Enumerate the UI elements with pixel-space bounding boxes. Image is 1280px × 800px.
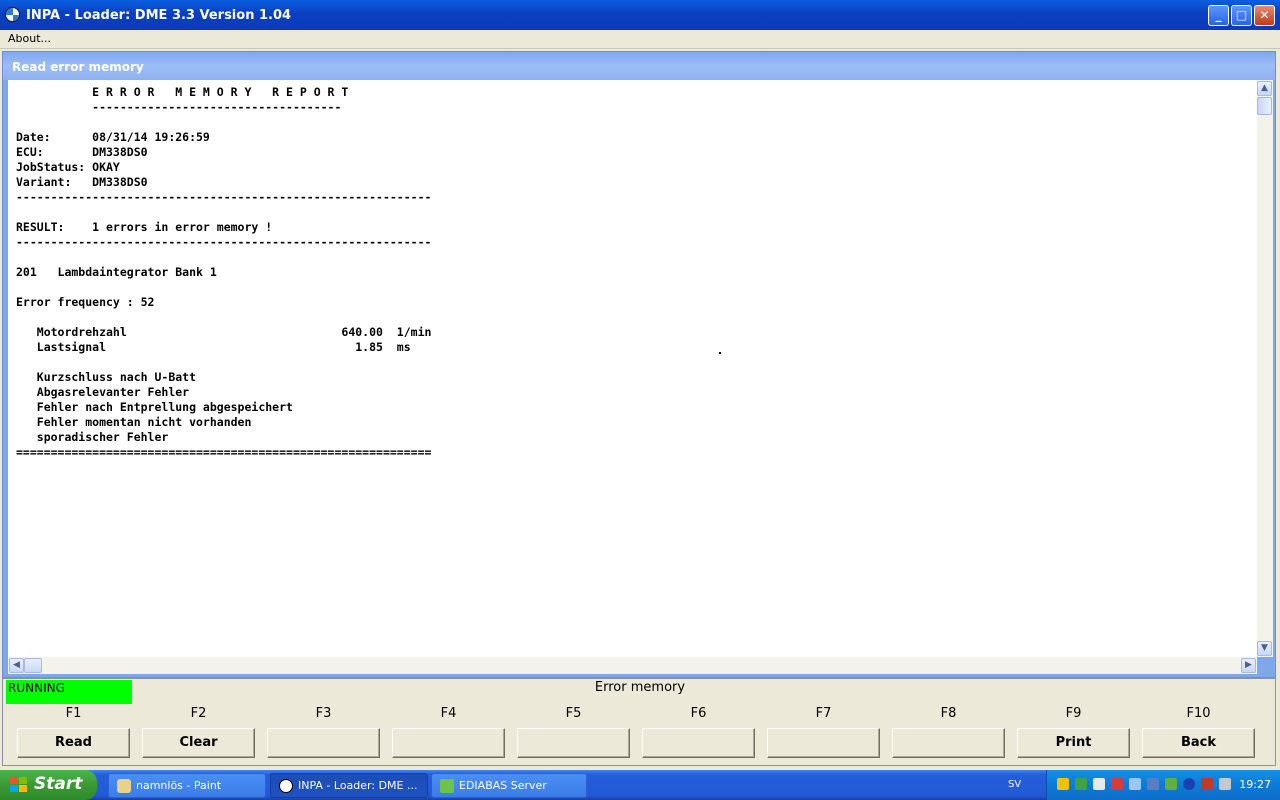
minimize-button[interactable]: _ (1208, 5, 1229, 26)
report-line: RESULT: 1 errors in error memory ! (16, 220, 273, 234)
ati-icon[interactable] (1201, 778, 1213, 790)
security-shield-icon[interactable] (1057, 778, 1069, 790)
taskbar-item-label: EDIABAS Server (459, 779, 547, 792)
taskbar-item-label: namnlös - Paint (136, 779, 222, 792)
clock[interactable]: 19:27 (1239, 778, 1271, 791)
scroll-left-button[interactable]: ◀ (9, 658, 24, 673)
function-key-panel: RUNNING Error memory F1 F2 F3 F4 F5 F6 F… (2, 678, 1276, 766)
f4-button[interactable] (392, 728, 505, 758)
report-line: Fehler momentan nicht vorhanden (16, 415, 252, 429)
clear-button[interactable]: Clear (142, 728, 255, 758)
report-line: Date: 08/31/14 19:26:59 (16, 130, 210, 144)
report-line: JobStatus: OKAY (16, 160, 120, 174)
paint-icon (117, 779, 131, 793)
start-button[interactable]: Start (0, 770, 97, 800)
child-title-bar: Read error memory (3, 52, 1275, 80)
menu-about[interactable]: About... (8, 32, 51, 45)
report-line: Fehler nach Entprellung abgespeichert (16, 400, 293, 414)
bmw-icon (279, 779, 293, 793)
report-line: Motordrehzahl 640.00 1/min (16, 325, 432, 339)
report-line: 201 Lambdaintegrator Bank 1 (16, 265, 217, 279)
child-window-title: Read error memory (12, 60, 144, 74)
fkey-label-f10: F10 (1186, 706, 1211, 721)
report-line: Kurzschluss nach U-Batt (16, 370, 197, 384)
f8-button[interactable] (892, 728, 1005, 758)
report-line: Error frequency : 52 (16, 295, 155, 309)
fkey-label-f4: F4 (440, 706, 457, 721)
report-area[interactable]: E R R O R M E M O R Y R E P O R T ------… (8, 80, 1257, 657)
title-bar: INPA - Loader: DME 3.3 Version 1.04 _ □ … (0, 0, 1280, 30)
read-error-memory-window: Read error memory E R R O R M E M O R Y … (2, 51, 1276, 678)
fkey-label-f2: F2 (190, 706, 207, 721)
fkey-label-f1: F1 (65, 706, 82, 721)
fkey-label-f8: F8 (940, 706, 957, 721)
report-line: ECU: DM338DS0 (16, 145, 148, 159)
report-line: Variant: DM338DS0 (16, 175, 148, 189)
f3-button[interactable] (267, 728, 380, 758)
horizontal-scroll-thumb[interactable] (24, 658, 42, 673)
vertical-scroll-thumb[interactable] (1257, 97, 1272, 115)
sync-icon[interactable] (1147, 778, 1159, 790)
taskbar-item-label: INPA - Loader: DME ... (298, 779, 418, 792)
read-button[interactable]: Read (17, 728, 130, 758)
language-indicator[interactable]: SV (1008, 779, 1021, 790)
updates-icon[interactable] (1165, 778, 1177, 790)
fkey-label-f7: F7 (815, 706, 832, 721)
report-line: Abgasrelevanter Fehler (16, 385, 190, 399)
maximize-button[interactable]: □ (1231, 5, 1252, 26)
taskbar-item-ediabas[interactable]: EDIABAS Server (431, 773, 587, 798)
bmw-logo-icon[interactable] (5, 7, 20, 22)
taskbar: Start namnlös - Paint INPA - Loader: DME… (0, 770, 1280, 800)
scroll-right-button[interactable]: ▶ (1241, 658, 1256, 673)
fkey-label-f5: F5 (565, 706, 582, 721)
report-line: Lastsignal 1.85 ms (16, 340, 411, 354)
bluetooth-icon[interactable] (1183, 778, 1195, 790)
report-line: sporadischer Fehler (16, 430, 169, 444)
report-line: ----------------------------------------… (16, 235, 432, 249)
fkey-label-f6: F6 (690, 706, 707, 721)
window-title: INPA - Loader: DME 3.3 Version 1.04 (26, 8, 292, 23)
status-caption: Error memory (594, 680, 686, 695)
ediabas-icon (440, 779, 454, 793)
menu-bar: About... (0, 30, 1280, 49)
antivirus-icon[interactable] (1111, 778, 1123, 790)
display-icon[interactable] (1219, 778, 1231, 790)
error-memory-report: E R R O R M E M O R Y R E P O R T ------… (16, 85, 431, 460)
report-line: E R R O R M E M O R Y R E P O R T (16, 85, 349, 99)
stray-dot (719, 352, 721, 354)
usb-device-icon[interactable] (1075, 778, 1087, 790)
f7-button[interactable] (767, 728, 880, 758)
f6-button[interactable] (642, 728, 755, 758)
windows-logo-icon (10, 777, 28, 793)
taskbar-item-paint[interactable]: namnlös - Paint (108, 773, 266, 798)
print-button[interactable]: Print (1017, 728, 1130, 758)
start-label: Start (34, 774, 83, 794)
horizontal-scrollbar[interactable]: ◀ ▶ (8, 657, 1257, 674)
taskbar-item-inpa[interactable]: INPA - Loader: DME ... (270, 773, 428, 798)
vertical-scrollbar[interactable]: ▲ ▼ (1257, 80, 1273, 657)
network-connections-icon[interactable] (1129, 778, 1141, 790)
report-line: ----------------------------------------… (16, 190, 432, 204)
close-button[interactable]: ✕ (1254, 5, 1275, 26)
back-button[interactable]: Back (1142, 728, 1255, 758)
scroll-up-button[interactable]: ▲ (1257, 81, 1272, 96)
f5-button[interactable] (517, 728, 630, 758)
fkey-label-f3: F3 (315, 706, 332, 721)
report-line: ========================================… (16, 445, 432, 459)
system-tray: 19:27 (1046, 770, 1280, 800)
report-line: ------------------------------------ (16, 100, 342, 114)
network-icon[interactable] (1093, 778, 1105, 790)
scroll-down-button[interactable]: ▼ (1257, 641, 1272, 656)
fkey-label-f9: F9 (1065, 706, 1082, 721)
